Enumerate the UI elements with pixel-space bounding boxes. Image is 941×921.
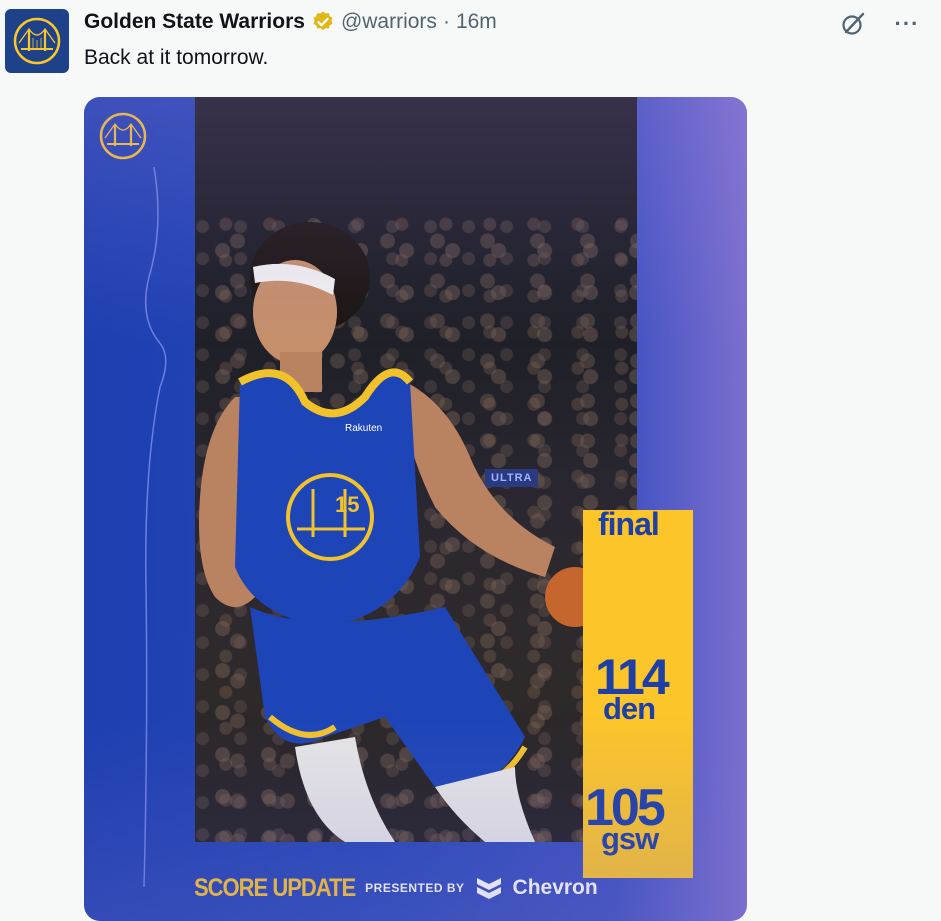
final-label: final [598,506,660,542]
presented-by-label: PRESENTED BY [365,881,465,895]
grok-button[interactable] [837,8,869,40]
player-figure: 15 Rakuten [199,222,605,842]
avatar[interactable] [5,9,69,73]
grok-icon [842,12,865,35]
sponsor-footer: SCORE UPDATE PRESENTED BY Chevron [194,873,598,902]
player-photo: ULTRA 15 Rakuten [195,97,637,842]
decorative-line-icon [143,167,167,887]
warriors-logo-icon [13,17,61,65]
timestamp[interactable]: 16m [456,10,497,34]
post-image[interactable]: ULTRA 15 Rakuten final 114 den 105 gsw S… [84,97,747,921]
sponsor-name: Chevron [512,876,598,899]
score-update-label: SCORE UPDATE [194,873,356,902]
separator: · [442,10,450,33]
home-team: gsw [601,821,659,856]
svg-text:Rakuten: Rakuten [345,423,382,434]
more-options-button[interactable]: ··· [891,8,923,40]
more-icon: ··· [894,11,920,36]
verified-badge-icon[interactable] [311,10,335,34]
warriors-corner-logo-icon [99,112,147,160]
post-actions: ··· [837,8,923,40]
post-header: Golden State Warriors @warriors · 16m [84,10,497,34]
display-name[interactable]: Golden State Warriors [84,10,305,34]
chevron-logo-icon [476,878,501,899]
score-panel: final 114 den 105 gsw [583,506,693,878]
post-text: Back at it tomorrow. [84,46,269,69]
away-team: den [603,691,656,726]
handle[interactable]: @warriors [341,10,437,34]
svg-text:15: 15 [335,492,359,517]
